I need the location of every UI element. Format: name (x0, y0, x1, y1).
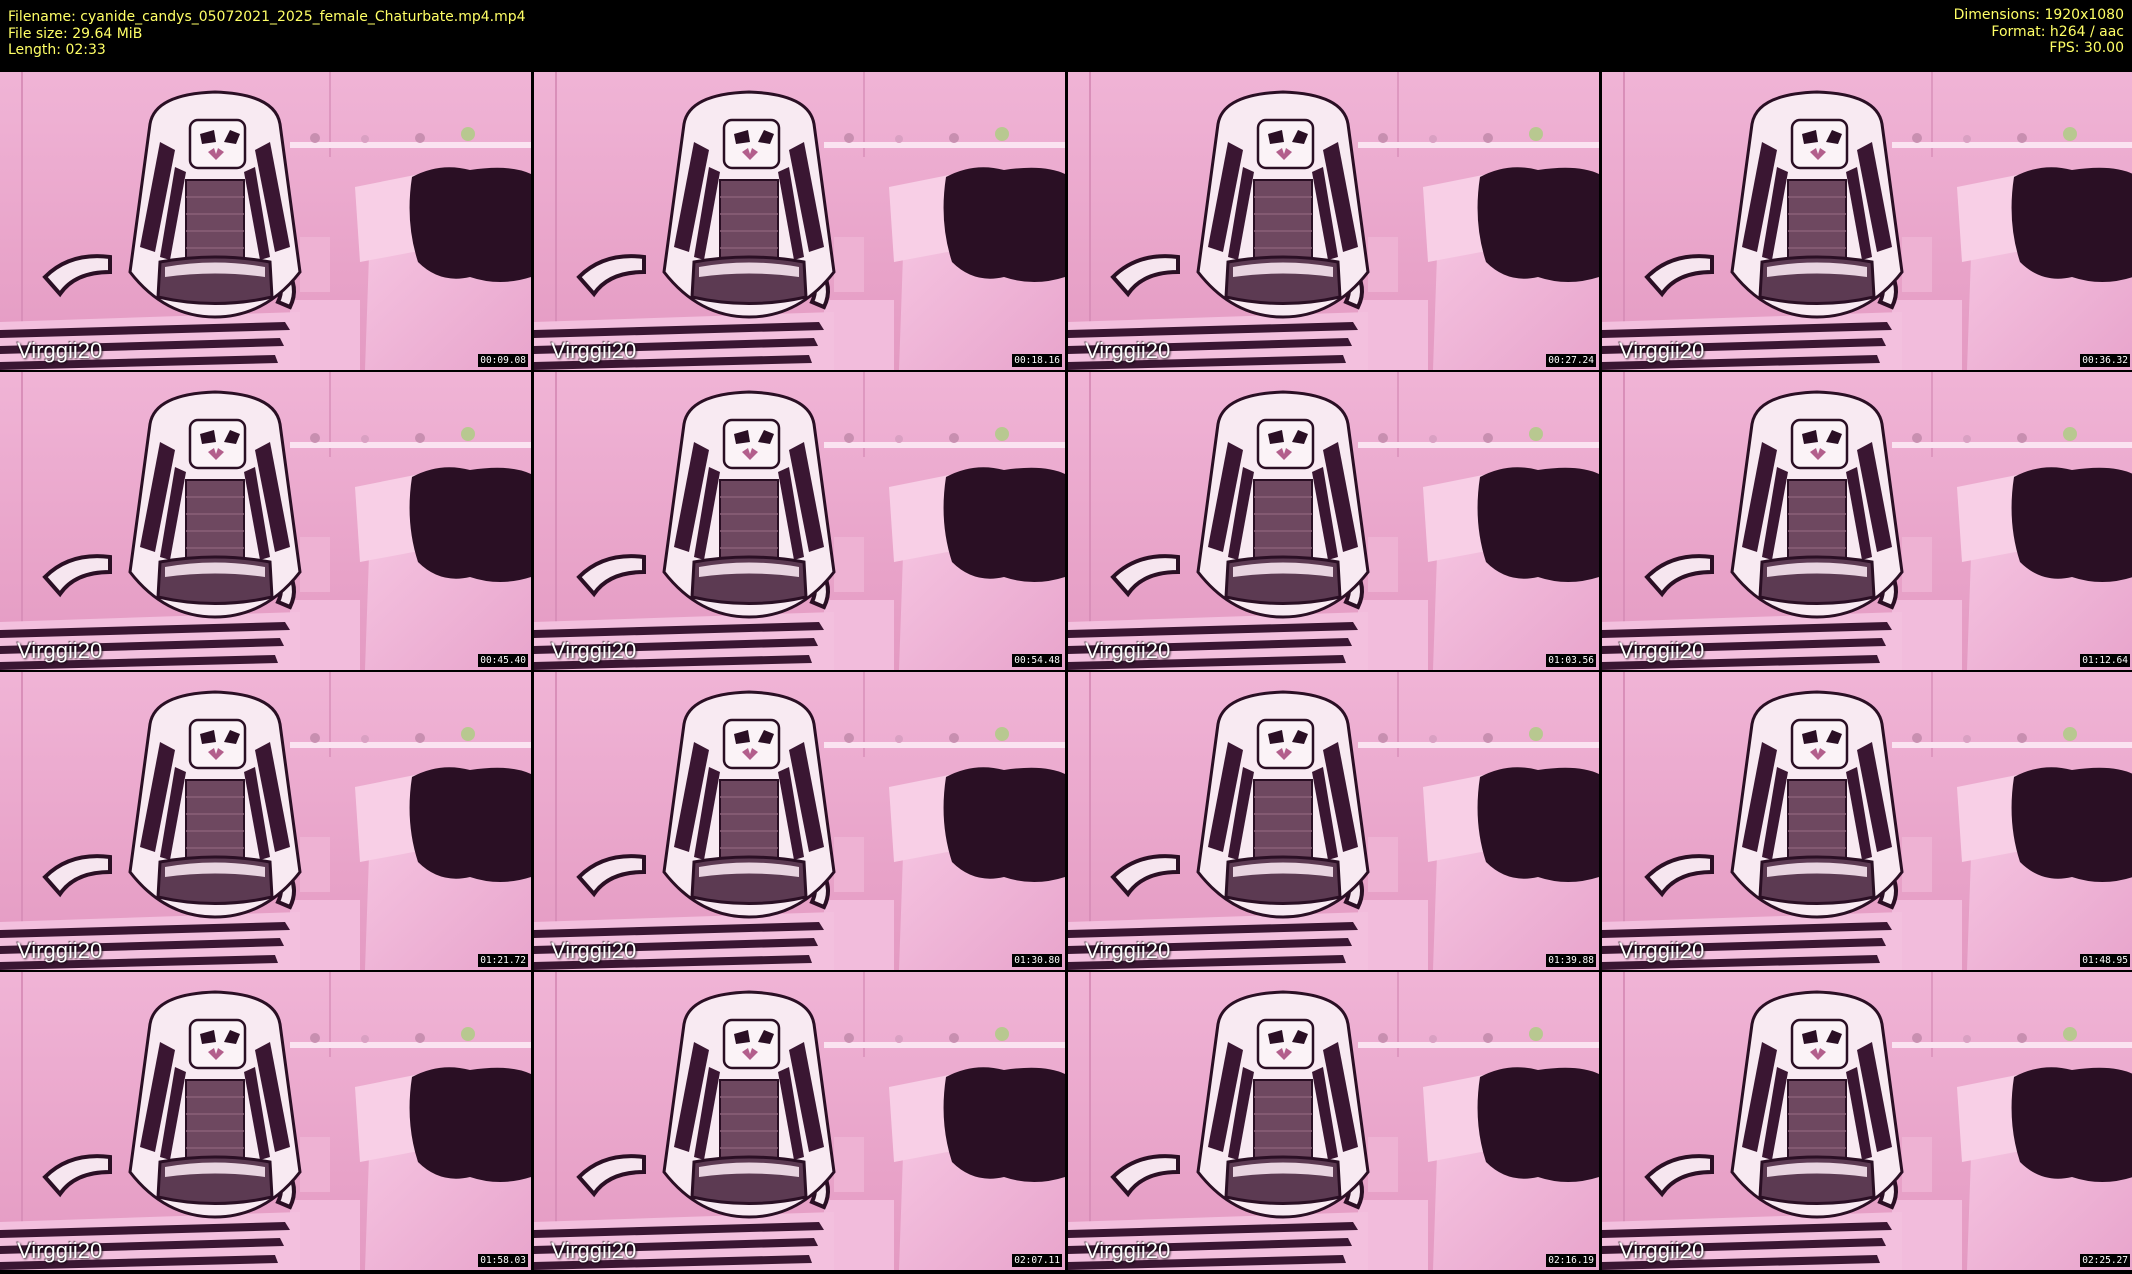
frame-image (1068, 972, 1599, 1270)
frame-image (1068, 672, 1599, 970)
video-frame-thumbnail: Virggii20 00:09.08 (0, 72, 531, 370)
frame-image (534, 372, 1065, 670)
frame-image (0, 972, 531, 1270)
video-frame-thumbnail: Virggii20 01:30.80 (534, 672, 1065, 970)
video-frame-thumbnail: Virggii20 00:54.48 (534, 372, 1065, 670)
length-text: Length: 02:33 (8, 42, 106, 58)
watermark-text: Virggii20 (1085, 638, 1171, 663)
metadata-left: Filename: cyanide_candys_05072021_2025_f… (8, 9, 526, 59)
watermark-text: Virggii20 (1619, 338, 1705, 363)
watermark-text: Virggii20 (551, 1238, 637, 1263)
video-frame-thumbnail: Virggii20 01:12.64 (1602, 372, 2132, 670)
format-text: Format: h264 / aac (1991, 23, 2124, 40)
filename-text: Filename: cyanide_candys_05072021_2025_f… (8, 9, 526, 25)
metadata-header: Filename: cyanide_candys_05072021_2025_f… (0, 0, 2132, 72)
frame-timestamp: 00:09.08 (478, 354, 528, 367)
watermark-text: Virggii20 (551, 638, 637, 663)
video-frame-thumbnail: Virggii20 01:58.03 (0, 972, 531, 1270)
video-frame-thumbnail: Virggii20 01:48.95 (1602, 672, 2132, 970)
frame-timestamp: 01:58.03 (478, 1254, 528, 1267)
video-frame-thumbnail: Virggii20 00:18.16 (534, 72, 1065, 370)
dimensions-text: Dimensions: 1920x1080 (1953, 7, 2124, 23)
frame-timestamp: 00:45.40 (478, 654, 528, 667)
frame-timestamp: 00:18.16 (1012, 354, 1062, 367)
frame-timestamp: 01:12.64 (2080, 654, 2130, 667)
fps-text: FPS: 30.00 (2049, 40, 2124, 56)
metadata-right: Dimensions: 1920x1080 Format: h264 / aac… (1954, 7, 2124, 57)
frame-timestamp: 01:30.80 (1012, 954, 1062, 967)
video-frame-thumbnail: Virggii20 01:03.56 (1068, 372, 1599, 670)
frame-timestamp: 01:03.56 (1546, 654, 1596, 667)
frame-image (534, 72, 1065, 370)
frame-timestamp: 01:48.95 (2080, 954, 2130, 967)
frame-image (534, 972, 1065, 1270)
frame-image (0, 372, 531, 670)
frame-timestamp: 00:27.24 (1546, 354, 1596, 367)
watermark-text: Virggii20 (1619, 938, 1705, 963)
video-frame-thumbnail: Virggii20 00:27.24 (1068, 72, 1599, 370)
frame-image (534, 672, 1065, 970)
frame-timestamp: 00:36.32 (2080, 354, 2130, 367)
watermark-text: Virggii20 (17, 1238, 103, 1263)
frame-timestamp: 02:16.19 (1546, 1254, 1596, 1267)
frame-timestamp: 02:07.11 (1012, 1254, 1062, 1267)
watermark-text: Virggii20 (17, 638, 103, 663)
video-frame-thumbnail: Virggii20 02:16.19 (1068, 972, 1599, 1270)
video-frame-thumbnail: Virggii20 00:45.40 (0, 372, 531, 670)
watermark-text: Virggii20 (1619, 1238, 1705, 1263)
frame-image (0, 672, 531, 970)
video-frame-thumbnail: Virggii20 00:36.32 (1602, 72, 2132, 370)
frame-image (0, 72, 531, 370)
watermark-text: Virggii20 (1085, 938, 1171, 963)
watermark-text: Virggii20 (1085, 1238, 1171, 1263)
thumbnail-grid: Virggii20 00:09.08 Virggii20 00:18.16 Vi… (0, 72, 2132, 1274)
frame-timestamp: 00:54.48 (1012, 654, 1062, 667)
frame-image (1068, 372, 1599, 670)
frame-timestamp: 02:25.27 (2080, 1254, 2130, 1267)
frame-image (1068, 72, 1599, 370)
watermark-text: Virggii20 (17, 938, 103, 963)
frame-image (1602, 672, 2132, 970)
video-frame-thumbnail: Virggii20 01:39.88 (1068, 672, 1599, 970)
watermark-text: Virggii20 (551, 338, 637, 363)
watermark-text: Virggii20 (17, 338, 103, 363)
frame-timestamp: 01:39.88 (1546, 954, 1596, 967)
frame-timestamp: 01:21.72 (478, 954, 528, 967)
frame-image (1602, 72, 2132, 370)
watermark-text: Virggii20 (1619, 638, 1705, 663)
video-frame-thumbnail: Virggii20 02:07.11 (534, 972, 1065, 1270)
video-frame-thumbnail: Virggii20 01:21.72 (0, 672, 531, 970)
watermark-text: Virggii20 (1085, 338, 1171, 363)
video-frame-thumbnail: Virggii20 02:25.27 (1602, 972, 2132, 1270)
frame-image (1602, 372, 2132, 670)
frame-image (1602, 972, 2132, 1270)
watermark-text: Virggii20 (551, 938, 637, 963)
file-size-text: File size: 29.64 MiB (8, 25, 143, 42)
